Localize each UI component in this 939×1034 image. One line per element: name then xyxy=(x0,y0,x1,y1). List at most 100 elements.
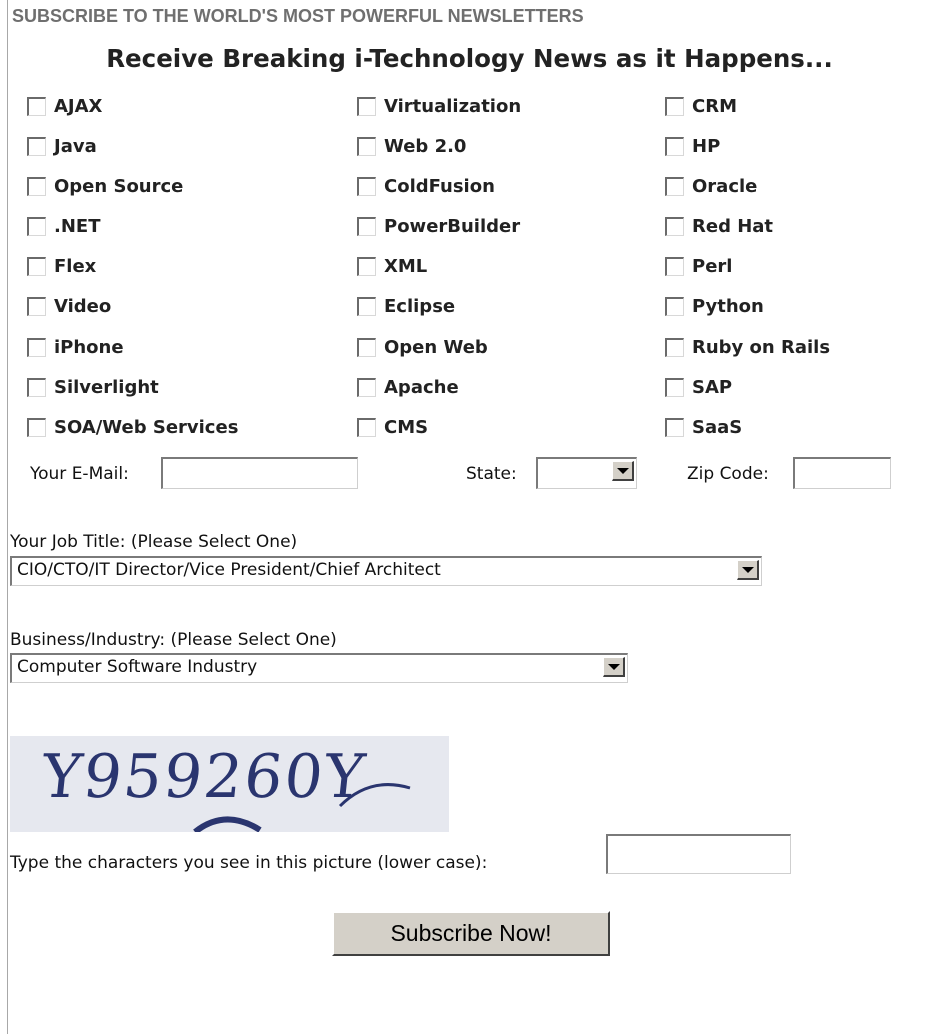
checkbox[interactable] xyxy=(27,337,46,357)
topic-checkbox-video[interactable]: Video xyxy=(27,294,111,318)
checkbox[interactable] xyxy=(357,296,376,316)
topic-checkbox-perl[interactable]: Perl xyxy=(665,254,732,278)
checkbox[interactable] xyxy=(357,136,376,156)
page-border xyxy=(7,0,8,1034)
topic-label: Silverlight xyxy=(54,376,159,398)
industry-select-value: Computer Software Industry xyxy=(17,657,258,677)
topic-label: Web 2.0 xyxy=(384,135,467,157)
topic-label: Open Web xyxy=(384,336,488,358)
topic-checkbox-open-source[interactable]: Open Source xyxy=(27,174,183,198)
checkbox[interactable] xyxy=(665,216,684,236)
topic-checkbox-virtualization[interactable]: Virtualization xyxy=(357,94,521,118)
checkbox[interactable] xyxy=(357,176,376,196)
topic-label: Video xyxy=(54,295,112,317)
topic-checkbox-ajax[interactable]: AJAX xyxy=(27,94,102,118)
checkbox[interactable] xyxy=(27,296,46,316)
checkbox[interactable] xyxy=(357,417,376,437)
state-select[interactable] xyxy=(536,457,637,489)
topic-label: XML xyxy=(384,255,428,277)
zip-code-field[interactable] xyxy=(793,457,891,489)
topic-checkbox-dotnet[interactable]: .NET xyxy=(27,214,100,238)
subscribe-button[interactable]: Subscribe Now! xyxy=(332,911,610,956)
topic-checkbox-ruby-on-rails[interactable]: Ruby on Rails xyxy=(665,335,830,359)
email-field[interactable] xyxy=(161,457,358,489)
checkbox[interactable] xyxy=(665,96,684,116)
topic-checkbox-apache[interactable]: Apache xyxy=(357,375,459,399)
checkbox[interactable] xyxy=(27,136,46,156)
checkbox[interactable] xyxy=(665,377,684,397)
checkbox[interactable] xyxy=(357,96,376,116)
topic-label: PowerBuilder xyxy=(384,215,521,237)
job-title-label: Your Job Title: (Please Select One) xyxy=(10,532,298,552)
topic-checkbox-silverlight[interactable]: Silverlight xyxy=(27,375,159,399)
job-title-select[interactable]: CIO/CTO/IT Director/Vice President/Chief… xyxy=(10,556,762,586)
checkbox[interactable] xyxy=(27,377,46,397)
topic-label: SaaS xyxy=(692,416,743,438)
topic-checkbox-python[interactable]: Python xyxy=(665,294,764,318)
checkbox[interactable] xyxy=(665,136,684,156)
topic-label: .NET xyxy=(54,215,101,237)
topic-checkbox-saas[interactable]: SaaS xyxy=(665,415,742,439)
checkbox[interactable] xyxy=(665,417,684,437)
topic-checkbox-oracle[interactable]: Oracle xyxy=(665,174,757,198)
topic-checkbox-hp[interactable]: HP xyxy=(665,134,720,158)
industry-label: Business/Industry: (Please Select One) xyxy=(10,630,337,650)
topic-checkbox-web20[interactable]: Web 2.0 xyxy=(357,134,466,158)
chevron-down-icon xyxy=(607,663,620,670)
topic-label: Red Hat xyxy=(692,215,774,237)
checkbox[interactable] xyxy=(357,377,376,397)
topic-label: Apache xyxy=(384,376,459,398)
topic-checkbox-eclipse[interactable]: Eclipse xyxy=(357,294,455,318)
industry-select[interactable]: Computer Software Industry xyxy=(10,653,628,683)
page-header: SUBSCRIBE TO THE WORLD'S MOST POWERFUL N… xyxy=(12,6,584,26)
captcha-noise xyxy=(193,783,411,832)
topic-checkbox-xml[interactable]: XML xyxy=(357,254,427,278)
topic-checkbox-powerbuilder[interactable]: PowerBuilder xyxy=(357,214,520,238)
checkbox[interactable] xyxy=(27,216,46,236)
checkbox[interactable] xyxy=(357,256,376,276)
topic-label: iPhone xyxy=(54,336,124,358)
chevron-down-icon xyxy=(741,566,754,573)
topic-label: Perl xyxy=(692,255,733,277)
topic-checkbox-sap[interactable]: SAP xyxy=(665,375,732,399)
checkbox[interactable] xyxy=(27,417,46,437)
captcha-prompt: Type the characters you see in this pict… xyxy=(10,853,488,873)
state-label: State: xyxy=(466,464,517,484)
topic-label: SOA/Web Services xyxy=(54,416,239,438)
checkbox[interactable] xyxy=(357,216,376,236)
checkbox[interactable] xyxy=(665,296,684,316)
topic-checkbox-iphone[interactable]: iPhone xyxy=(27,335,124,359)
job-title-dropdown-button[interactable] xyxy=(737,560,759,580)
topic-checkbox-red-hat[interactable]: Red Hat xyxy=(665,214,773,238)
topic-checkbox-coldfusion[interactable]: ColdFusion xyxy=(357,174,495,198)
topic-label: SAP xyxy=(692,376,733,398)
checkbox[interactable] xyxy=(665,256,684,276)
captcha-input[interactable] xyxy=(606,834,791,874)
topic-label: AJAX xyxy=(54,95,103,117)
checkbox[interactable] xyxy=(27,256,46,276)
checkbox[interactable] xyxy=(27,176,46,196)
industry-dropdown-button[interactable] xyxy=(603,657,625,677)
topic-label: Oracle xyxy=(692,175,758,197)
topic-label: Virtualization xyxy=(384,95,522,117)
email-label: Your E-Mail: xyxy=(30,464,129,484)
checkbox[interactable] xyxy=(665,337,684,357)
topic-checkbox-java[interactable]: Java xyxy=(27,134,97,158)
headline: Receive Breaking i-Technology News as it… xyxy=(106,44,833,73)
checkbox[interactable] xyxy=(27,96,46,116)
zip-label: Zip Code: xyxy=(687,464,769,484)
topic-checkbox-flex[interactable]: Flex xyxy=(27,254,96,278)
checkbox[interactable] xyxy=(665,176,684,196)
chevron-down-icon xyxy=(616,467,629,474)
topic-checkbox-soa-web-services[interactable]: SOA/Web Services xyxy=(27,415,238,439)
topic-checkbox-open-web[interactable]: Open Web xyxy=(357,335,488,359)
topic-label: ColdFusion xyxy=(384,175,495,197)
topic-checkbox-cms[interactable]: CMS xyxy=(357,415,428,439)
topic-label: Ruby on Rails xyxy=(692,336,831,358)
topic-label: Open Source xyxy=(54,175,184,197)
topic-label: Python xyxy=(692,295,764,317)
state-dropdown-button[interactable] xyxy=(612,461,634,481)
topic-checkbox-crm[interactable]: CRM xyxy=(665,94,737,118)
topic-label: CMS xyxy=(384,416,429,438)
checkbox[interactable] xyxy=(357,337,376,357)
